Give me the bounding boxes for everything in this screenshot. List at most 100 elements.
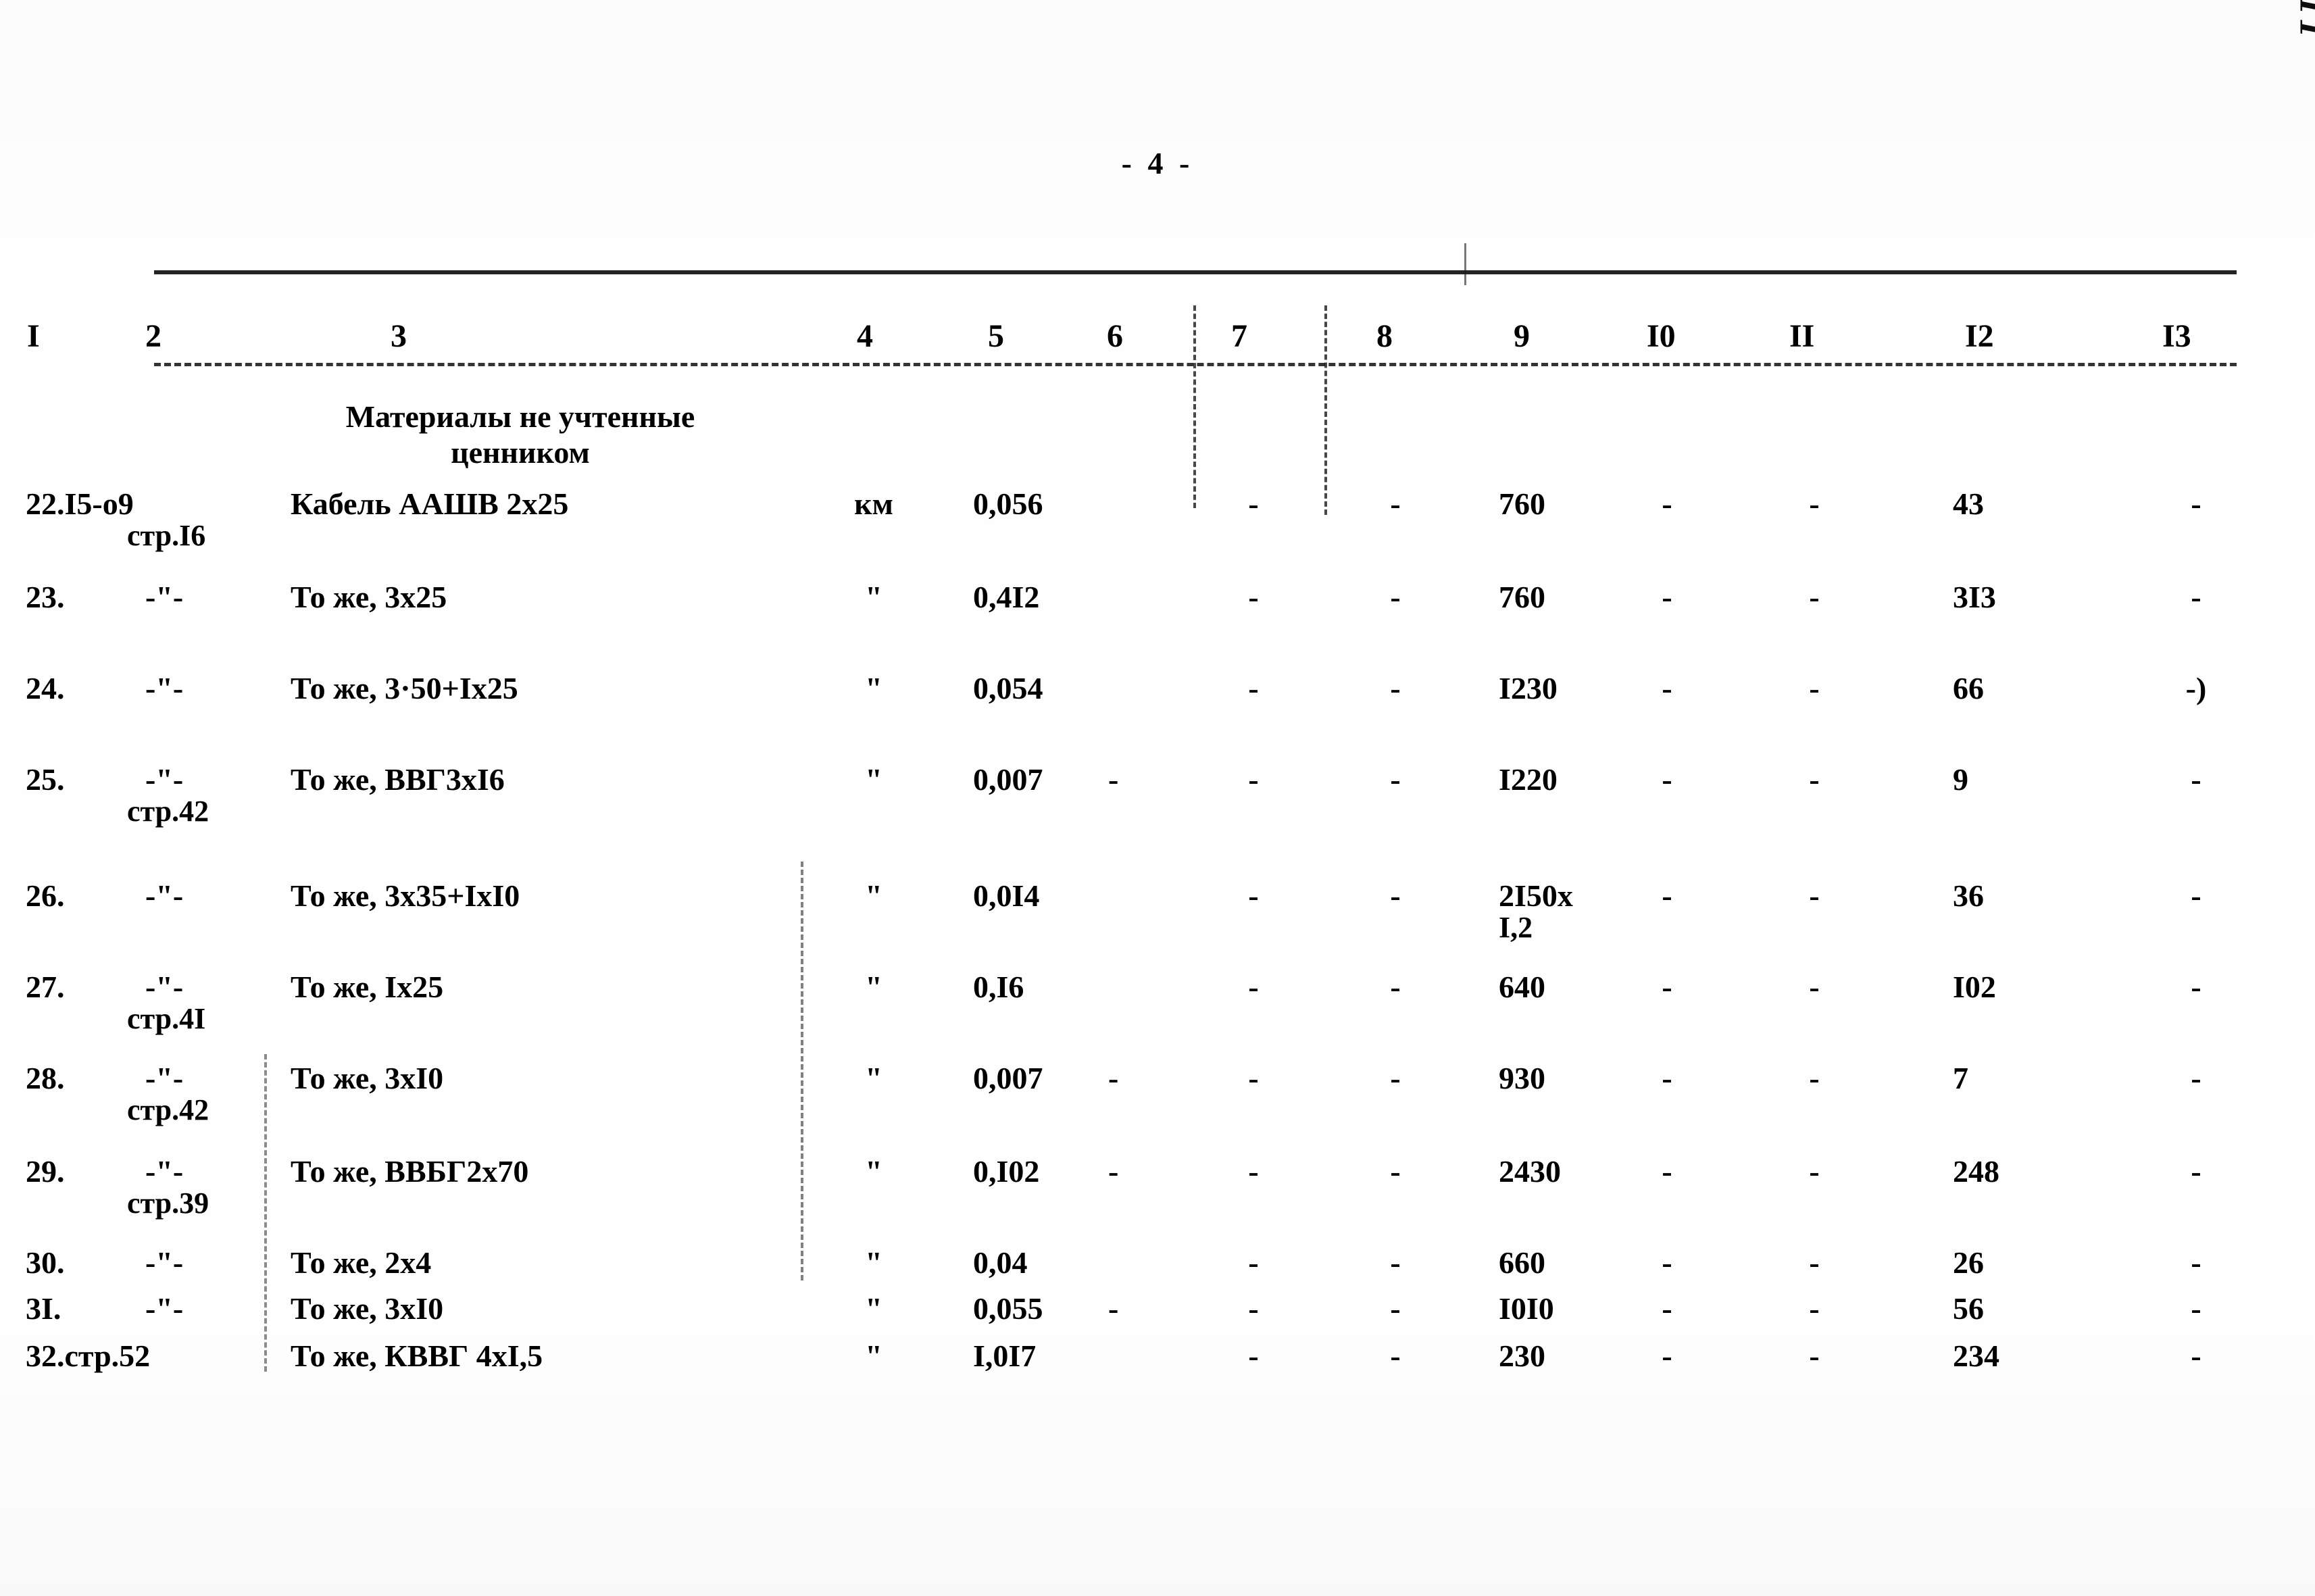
cell-c13: - [2191, 487, 2201, 521]
cell-c8: - [1390, 1245, 1401, 1280]
header-tick-mark [1464, 243, 1466, 285]
cell-c9: 760 [1499, 487, 1545, 521]
cell-c11: - [1809, 762, 1820, 797]
cell-c4: " [865, 580, 882, 614]
cell-c13: - [2191, 1291, 2201, 1326]
column-header-4: 4 [857, 318, 873, 354]
cell-c7: - [1248, 1154, 1259, 1189]
cell-c12: 66 [1953, 671, 1984, 705]
handwritten-margin-note-top: 3584 ТМ-110-111 [2293, 0, 2315, 41]
cell-c11: - [1809, 1154, 1820, 1189]
cell-c12: 26 [1953, 1245, 1984, 1280]
cell-c5: 0,055 [973, 1291, 1043, 1326]
cell-c12: 43 [1953, 487, 1984, 521]
cell-c2: -"- [145, 580, 184, 614]
cell-c6: - [1108, 1291, 1119, 1326]
cell-c6: - [1108, 762, 1119, 797]
cell-c2: -"- [145, 671, 184, 705]
cell-c2: -"- [145, 1154, 184, 1189]
cell-c4: " [865, 762, 882, 797]
cell-c3: То же, 3х25 [291, 580, 447, 614]
cell-c5: 0,056 [973, 487, 1043, 521]
cell-c4: " [865, 1245, 882, 1280]
cell-c5: 0,I6 [973, 970, 1024, 1004]
cell-c13: - [2191, 1245, 2201, 1280]
cell-c10: - [1662, 878, 1672, 913]
cell-c4: " [865, 1339, 882, 1373]
cell-c12: 9 [1953, 762, 1968, 797]
cell-c13: - [2191, 580, 2201, 614]
cell-c7: - [1248, 580, 1259, 614]
cell-c13: - [2191, 1061, 2201, 1095]
column-header-6: 6 [1107, 318, 1123, 354]
cell-c11: - [1809, 487, 1820, 521]
cell-c9: I0I0 [1499, 1291, 1554, 1326]
column-header-3: 3 [391, 318, 407, 354]
cell-c4: " [865, 1154, 882, 1189]
column-header-5: 5 [988, 318, 1004, 354]
cell-c1: 32.стр.52 [26, 1339, 151, 1373]
table-top-rule [154, 270, 2237, 274]
cell-c5: 0,I02 [973, 1154, 1040, 1189]
cell-c5: 0,4I2 [973, 580, 1040, 614]
cell-c8: - [1390, 671, 1401, 705]
cell-c4: км [854, 487, 893, 521]
cell-c12: 234 [1953, 1339, 1999, 1373]
column-header-10: I0 [1647, 318, 1676, 354]
cell-c4: " [865, 1061, 882, 1095]
cell-c2: -"- [145, 762, 184, 797]
cell-c8: - [1390, 878, 1401, 913]
column-separator-7-left [1193, 305, 1196, 508]
cell-c10: - [1662, 970, 1672, 1004]
cell-c2: -"- [145, 970, 184, 1004]
cell-c9: 660 [1499, 1245, 1545, 1280]
cell-c11: - [1809, 1291, 1820, 1326]
cell-c7: - [1248, 878, 1259, 913]
cell-c1-sub: стр.I6 [127, 518, 206, 552]
cell-c8: - [1390, 580, 1401, 614]
column-header-11: II [1789, 318, 1815, 354]
column-header-1: I [27, 318, 40, 354]
cell-c2: -"- [145, 878, 184, 913]
cell-c9: 2I50х I,2 [1499, 880, 1634, 943]
cell-c10: - [1662, 1154, 1672, 1189]
cell-c8: - [1390, 487, 1401, 521]
cell-c12: 36 [1953, 878, 1984, 913]
cell-c5: I,0I7 [973, 1339, 1037, 1373]
cell-c10: - [1662, 487, 1672, 521]
cell-c3: То же, ВВБГ2х70 [291, 1154, 529, 1189]
cell-c7: - [1248, 970, 1259, 1004]
cell-c10: - [1662, 580, 1672, 614]
column-header-8: 8 [1376, 318, 1393, 354]
cell-c6: - [1108, 1061, 1119, 1095]
cell-c9: I230 [1499, 671, 1558, 705]
cell-c4: " [865, 970, 882, 1004]
cell-c7: - [1248, 1245, 1259, 1280]
column-header-9: 9 [1514, 318, 1530, 354]
cell-c5: 0,054 [973, 671, 1043, 705]
cell-c13: - [2191, 1154, 2201, 1189]
cell-c12: 56 [1953, 1291, 1984, 1326]
cell-c13: - [2191, 1339, 2201, 1373]
cell-c11: - [1809, 1245, 1820, 1280]
cell-c3: То же, 3хI0 [291, 1291, 444, 1326]
cell-c1-sub: стр.4I [127, 1001, 206, 1035]
cell-c10: - [1662, 1339, 1672, 1373]
cell-c11: - [1809, 1061, 1820, 1095]
cell-c8: - [1390, 1291, 1401, 1326]
cell-c12: 248 [1953, 1154, 1999, 1189]
cell-c9: 760 [1499, 580, 1545, 614]
cell-c3: То же, 3хI0 [291, 1061, 444, 1095]
cell-c1-sub: стр.39 [127, 1186, 209, 1220]
cell-c11: - [1809, 671, 1820, 705]
cell-c6: - [1108, 1154, 1119, 1189]
column-header-13: I3 [2162, 318, 2191, 354]
column-header-2: 2 [145, 318, 161, 354]
cell-c7: - [1248, 671, 1259, 705]
cell-c10: - [1662, 1245, 1672, 1280]
cell-c10: - [1662, 1061, 1672, 1095]
cell-c13: -) [2185, 671, 2207, 705]
cell-c2: -"- [145, 1245, 184, 1280]
cell-c8: - [1390, 762, 1401, 797]
cell-c2: -"- [145, 1291, 184, 1326]
